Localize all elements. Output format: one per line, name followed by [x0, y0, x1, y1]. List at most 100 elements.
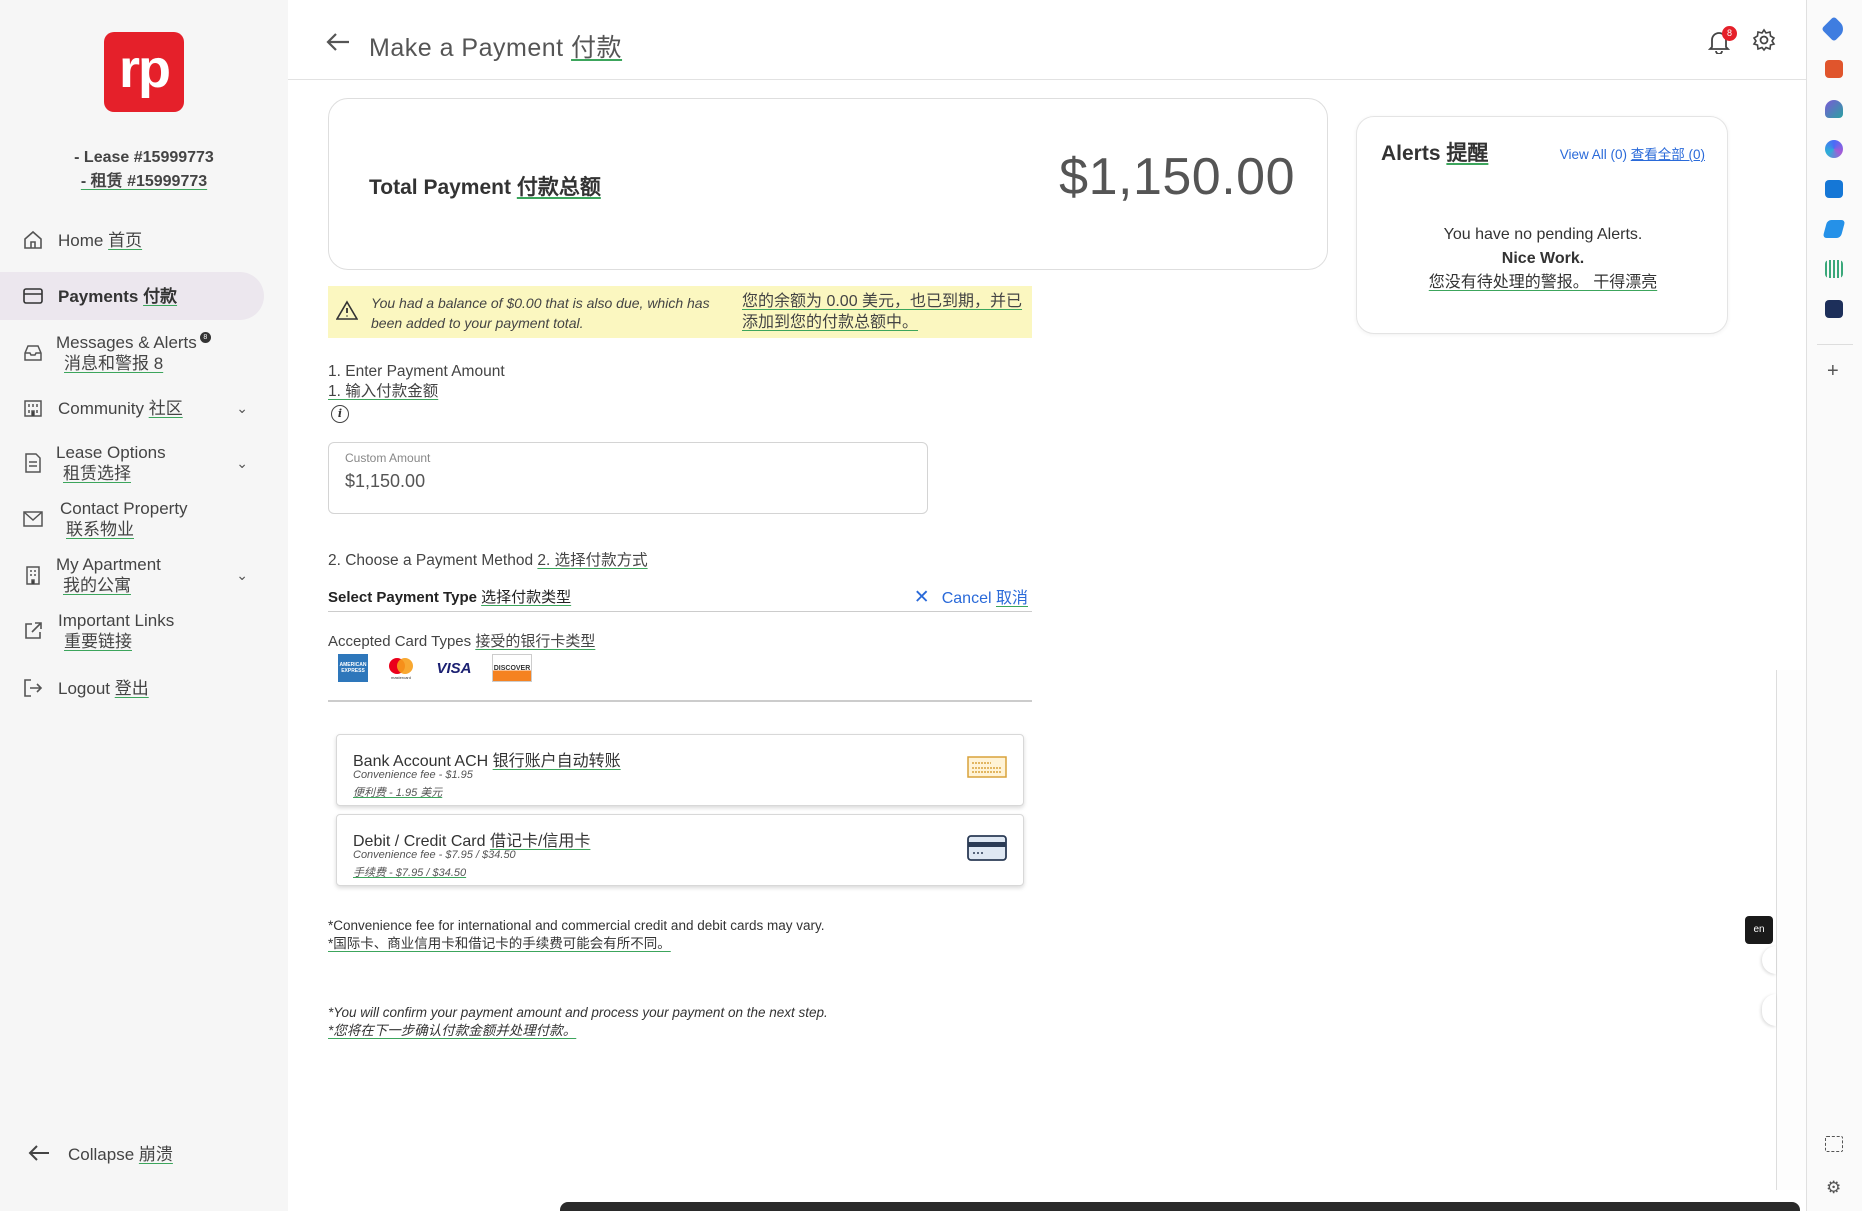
sidebar-item-label-zh: 联系物业 — [66, 520, 134, 539]
card-logos: AMERICAN EXPRESS mastercard VISA DISCOVE… — [338, 654, 532, 682]
gear-icon[interactable] — [1752, 28, 1778, 54]
payment-option-title-en: Bank Account ACH — [353, 753, 489, 770]
sidebar-item-home[interactable]: Home 首页 — [0, 216, 264, 264]
copilot-icon[interactable] — [1825, 140, 1843, 158]
sidebar-item-label-zh: 重要链接 — [64, 632, 132, 651]
payment-option-card[interactable]: Debit / Credit Card 借记卡/信用卡 Convenience … — [336, 814, 1024, 886]
confirm-next-step-note: *You will confirm your payment amount an… — [328, 1004, 828, 1040]
settings-gear-icon[interactable]: ⚙ — [1826, 1178, 1841, 1198]
warning-text-en: You had a balance of $0.00 that is also … — [371, 295, 710, 331]
view-all-en: View All (0) — [1559, 147, 1627, 162]
payment-option-fee-zh: 手续费 - $7.95 / $34.50 — [353, 867, 467, 879]
custom-amount-field[interactable]: Custom Amount — [328, 442, 928, 514]
side-tab-handle[interactable] — [1762, 946, 1776, 974]
toolbar-divider — [1817, 344, 1853, 345]
check-icon — [967, 755, 1007, 784]
sidebar-item-label-zh: 社区 — [148, 398, 183, 418]
sidebar-item-label-zh: 租赁选择 — [63, 464, 131, 483]
alerts-title-en: Alerts — [1381, 142, 1441, 165]
tag-icon[interactable] — [1821, 16, 1847, 42]
sidebar-item-label: Home — [58, 230, 104, 250]
cancel-label-zh: 取消 — [995, 590, 1028, 607]
people-icon[interactable] — [1825, 100, 1843, 118]
sidebar-item-contact-property[interactable]: Contact Property 联系物业 — [0, 494, 264, 544]
sidebar-item-payments[interactable]: Payments 付款 — [0, 272, 264, 320]
screenshot-icon[interactable] — [1825, 1136, 1843, 1152]
custom-amount-input[interactable] — [345, 471, 645, 492]
logout-icon — [22, 677, 44, 699]
step1-label-zh: 1. 输入付款金额 — [328, 383, 439, 400]
mastercard-logo: mastercard — [386, 654, 416, 682]
chevron-down-icon[interactable]: ⌄ — [236, 455, 248, 472]
building-icon — [22, 397, 44, 419]
select-payment-type-label: Select Payment Type 选择付款类型 — [328, 586, 571, 607]
sidebar-item-logout[interactable]: Logout 登出 — [0, 664, 264, 712]
payment-option-fee-zh: 便利费 - 1.95 美元 — [353, 787, 443, 799]
home-icon — [22, 229, 44, 251]
select-payment-type-row: Select Payment Type 选择付款类型 ✕ Cancel 取消 — [328, 582, 1032, 612]
payment-option-title: Debit / Credit Card 借记卡/信用卡 — [353, 827, 590, 851]
payment-option-title-zh: 借记卡/信用卡 — [489, 833, 591, 850]
alerts-empty-message: You have no pending Alerts. Nice Work. 您… — [1357, 223, 1729, 295]
sidebar-item-lease-options[interactable]: Lease Options 租赁选择 ⌄ — [0, 438, 264, 488]
bottom-edge-bar — [560, 1202, 1800, 1211]
app-icon[interactable] — [1825, 300, 1843, 318]
toolbox-icon[interactable] — [1825, 60, 1843, 78]
message-count-badge: 8 — [199, 332, 211, 343]
sidebar-item-label-zh: 我的公寓 — [63, 576, 131, 595]
send-icon[interactable] — [1822, 220, 1846, 238]
warning-text-zh: 您的余额为 0.00 美元，也已到期，并已添加到您的付款总额中。 — [742, 293, 1023, 331]
alerts-nice-work: Nice Work. — [1501, 250, 1585, 267]
lease-number-zh: - 租赁 #15999773 — [80, 173, 208, 190]
sidebar-item-community[interactable]: Community 社区 ⌄ — [0, 384, 264, 432]
visa-logo: VISA — [434, 654, 474, 682]
rp-logo[interactable]: rp — [104, 32, 184, 112]
cancel-button[interactable]: ✕ Cancel 取消 — [914, 584, 1028, 609]
alerts-title-zh: 提醒 — [1446, 142, 1489, 165]
close-icon: ✕ — [913, 587, 930, 608]
info-icon[interactable]: i — [331, 405, 349, 423]
total-payment-card: Total Payment 付款总额 $1,150.00 — [328, 98, 1328, 270]
payment-option-bank-ach[interactable]: Bank Account ACH 银行账户自动转账 Convenience fe… — [336, 734, 1024, 806]
side-tab-handle[interactable] — [1762, 994, 1776, 1026]
chevron-down-icon[interactable]: ⌄ — [236, 400, 248, 417]
sidebar-item-label: My Apartment — [56, 555, 161, 574]
view-all-alerts-link[interactable]: View All (0) 查看全部 (0) — [1560, 143, 1705, 163]
scrollbar[interactable] — [1776, 670, 1806, 1190]
sidebar-item-messages[interactable]: Messages & Alerts 8 消息和警报 8 — [0, 328, 264, 378]
discover-text: DISCOVER — [493, 664, 531, 672]
sidebar-item-label: Important Links — [58, 611, 175, 630]
alerts-empty-zh: 您没有待处理的警报。 干得漂亮 — [1428, 274, 1658, 291]
lease-number-en: - Lease #15999773 — [74, 149, 214, 166]
step2-label-en: 2. Choose a Payment Method — [328, 552, 534, 569]
chevron-down-icon[interactable]: ⌄ — [236, 567, 248, 584]
payment-option-title-zh: 银行账户自动转账 — [492, 753, 621, 770]
credit-card-icon — [967, 835, 1007, 866]
back-arrow-icon[interactable] — [326, 28, 350, 59]
total-label-zh: 付款总额 — [516, 176, 601, 199]
sidebar-item-label: Messages & Alerts — [56, 333, 197, 352]
audio-icon[interactable] — [1825, 260, 1843, 278]
sidebar-item-my-apartment[interactable]: My Apartment 我的公寓 ⌄ — [0, 550, 264, 600]
convenience-fee-note: *Convenience fee for international and c… — [328, 917, 825, 953]
payment-option-fee: Convenience fee - $7.95 / $34.50 — [353, 849, 516, 861]
collapse-sidebar-button[interactable]: Collapse 崩溃 — [28, 1140, 173, 1165]
step1-label-en: 1. Enter Payment Amount — [328, 363, 505, 380]
add-icon[interactable]: + — [1827, 360, 1839, 383]
payment-option-title-en: Debit / Credit Card — [353, 833, 486, 850]
sidebar-item-important-links[interactable]: Important Links 重要链接 — [0, 606, 264, 656]
collapse-label-zh: 崩溃 — [138, 1145, 173, 1164]
sidebar-item-label: Community — [58, 398, 144, 418]
notification-badge: 8 — [1722, 26, 1737, 41]
amex-logo: AMERICAN EXPRESS — [338, 654, 368, 682]
discover-logo: DISCOVER — [492, 654, 532, 682]
credit-card-icon — [22, 285, 44, 307]
accepted-en: Accepted Card Types — [328, 633, 472, 650]
visa-text: VISA — [436, 659, 472, 677]
envelope-icon — [22, 508, 44, 530]
translate-icon[interactable]: en — [1745, 916, 1773, 944]
outlook-icon[interactable] — [1825, 180, 1843, 198]
mastercard-text: mastercard — [390, 674, 411, 680]
sidebar-item-label-zh: 消息和警报 8 — [64, 354, 164, 373]
alerts-empty-en: You have no pending Alerts. — [1443, 226, 1643, 243]
